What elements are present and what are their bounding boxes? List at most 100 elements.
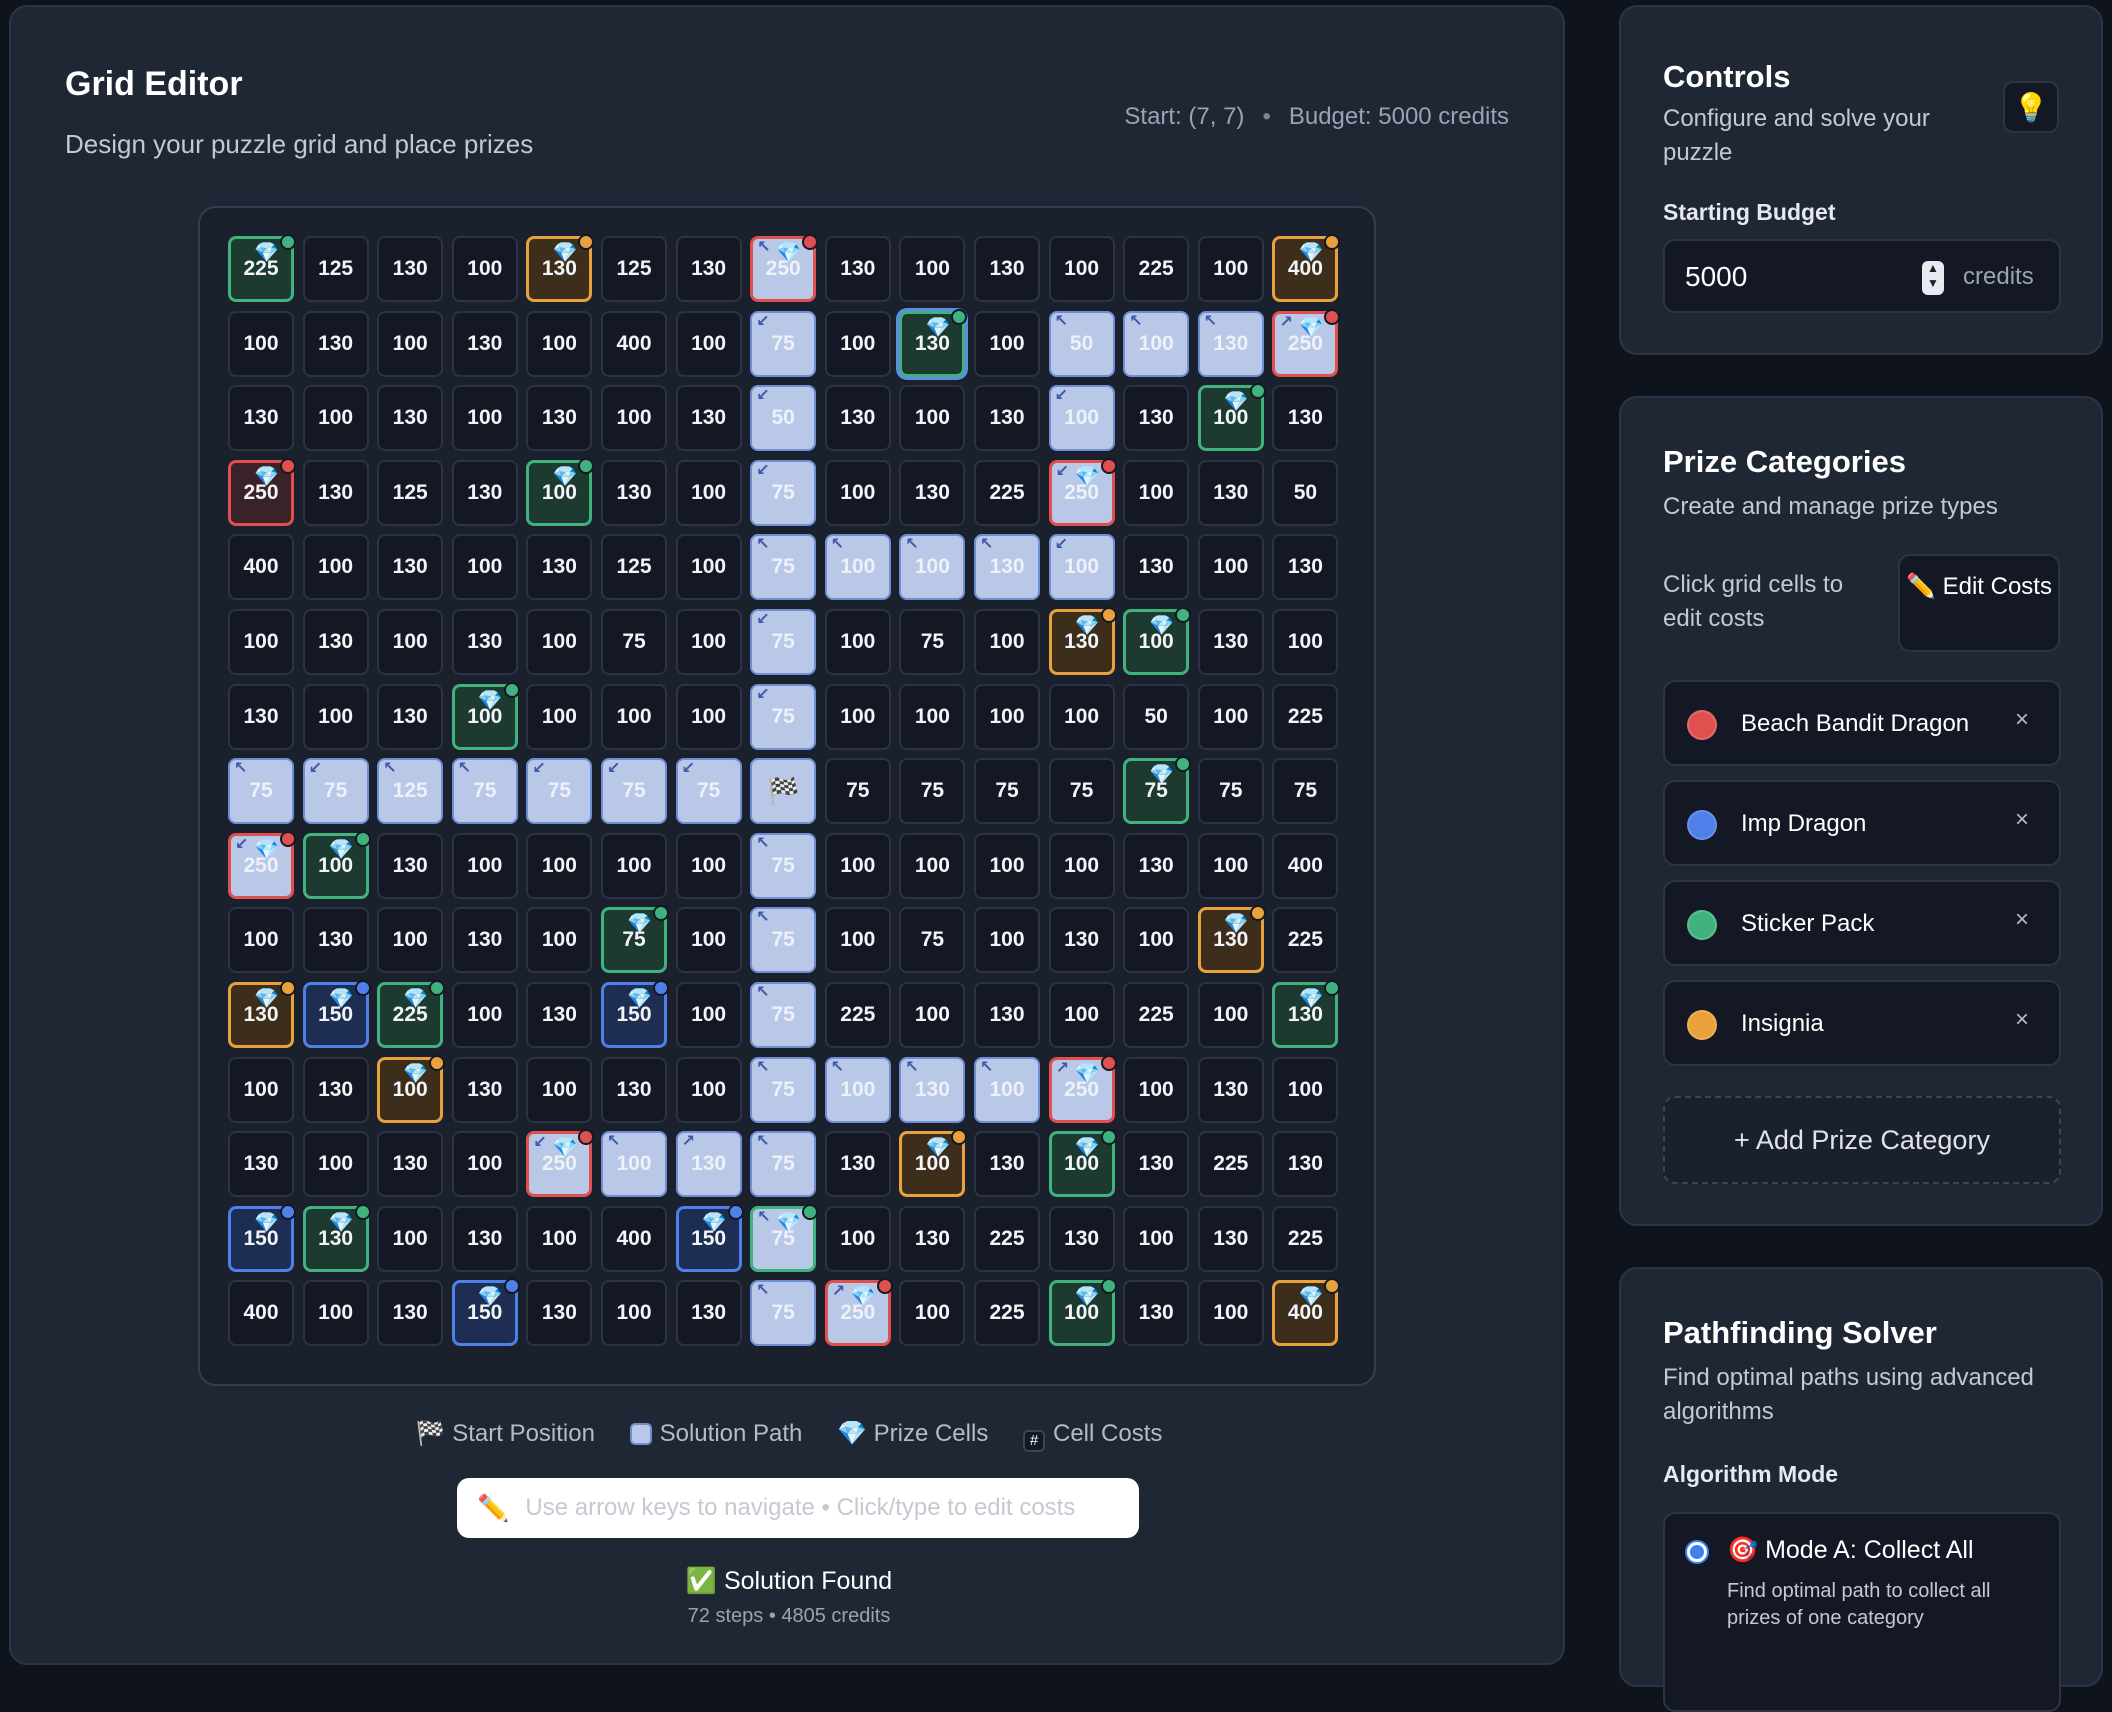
grid-cell[interactable]: 130: [1123, 1280, 1190, 1347]
grid-cell[interactable]: 50: [1272, 459, 1339, 526]
budget-stepper[interactable]: ▲ ▼: [1922, 261, 1944, 295]
grid-cell[interactable]: 75 ↙: [302, 758, 369, 825]
grid-cell[interactable]: 100 ↖: [824, 1056, 891, 1123]
grid-cell[interactable]: 225 💎: [377, 980, 446, 1048]
grid-cell[interactable]: 100: [675, 982, 742, 1048]
grid-cell[interactable]: 100: [377, 1205, 444, 1272]
grid-cell[interactable]: 130: [302, 459, 369, 526]
grid-cell[interactable]: 100: [675, 683, 742, 750]
grid-cell[interactable]: 130: [1048, 1205, 1115, 1272]
grid-cell[interactable]: 100: [377, 310, 444, 377]
grid-cell[interactable]: 100: [601, 683, 667, 750]
grid-cell[interactable]: 125: [302, 236, 369, 302]
grid-cell[interactable]: 75 ↖: [750, 1131, 817, 1198]
grid-cell[interactable]: 400: [228, 534, 294, 601]
grid-cell[interactable]: 130: [451, 1205, 518, 1272]
grid-cell[interactable]: 100: [974, 609, 1040, 675]
grid-cell[interactable]: 100 ↖: [899, 534, 966, 601]
grid-cell[interactable]: 100: [526, 1205, 593, 1272]
grid-cell[interactable]: 100: [824, 1205, 891, 1272]
grid-cell[interactable]: 100: [899, 236, 966, 302]
grid-cell[interactable]: 100: [377, 609, 444, 675]
grid-cell[interactable]: 225: [1272, 683, 1339, 750]
grid-cell[interactable]: 400: [601, 310, 667, 377]
prize-category-item[interactable]: Imp Dragon ×: [1663, 780, 2061, 866]
grid-cell[interactable]: 130: [228, 1131, 294, 1198]
grid-cell[interactable]: 100: [824, 459, 891, 526]
grid-cell[interactable]: 100: [1048, 832, 1115, 899]
grid-cell[interactable]: 100: [302, 1280, 369, 1347]
grid-cell[interactable]: 100 💎: [451, 681, 520, 750]
grid-cell[interactable]: 130 ↖: [899, 1056, 966, 1123]
grid-cell[interactable]: 100: [302, 385, 369, 452]
grid-cell[interactable]: 75 ↙: [750, 459, 817, 526]
grid-cell[interactable]: 130 ↖: [1197, 310, 1264, 377]
grid-cell[interactable]: 250 ↗ 💎: [1048, 1054, 1117, 1123]
grid-cell[interactable]: 100: [451, 385, 518, 452]
grid-cell[interactable]: 130: [824, 236, 891, 302]
grid-cell[interactable]: 100 ↙: [1048, 385, 1115, 452]
grid-cell[interactable]: 130 💎: [1197, 905, 1266, 974]
grid-cell[interactable]: 100: [899, 683, 966, 750]
grid-cell[interactable]: 100 ↖: [974, 1056, 1040, 1123]
grid-cell[interactable]: 75 ↖: [750, 1056, 817, 1123]
grid-cell[interactable]: 400: [601, 1205, 667, 1272]
grid-cell[interactable]: 100 💎: [302, 830, 371, 899]
grid-cell[interactable]: 100: [377, 907, 444, 974]
grid-cell[interactable]: 100: [302, 534, 369, 601]
grid-cell[interactable]: 250 ↙ 💎: [228, 830, 296, 899]
grid-cell[interactable]: 100: [1048, 683, 1115, 750]
grid-cell[interactable]: 50 ↖: [1048, 310, 1115, 377]
grid-cell[interactable]: 130 ↖: [974, 534, 1040, 601]
grid-cell[interactable]: 100 💎: [377, 1054, 446, 1123]
grid-cell[interactable]: 130: [228, 385, 294, 452]
grid-cell[interactable]: 100: [1048, 236, 1115, 302]
grid-cell[interactable]: 100: [824, 310, 891, 377]
grid-cell[interactable]: 100: [824, 683, 891, 750]
grid-cell[interactable]: 150 💎: [675, 1203, 744, 1272]
grid-cell[interactable]: 250 ↙ 💎: [526, 1129, 595, 1198]
grid-cell[interactable]: 100: [1048, 982, 1115, 1048]
grid-cell[interactable]: 130: [824, 385, 891, 452]
grid-cell[interactable]: 130 💎: [1048, 607, 1117, 675]
grid-cell[interactable]: 130: [1048, 907, 1115, 974]
grid-cell[interactable]: 130: [1123, 534, 1190, 601]
grid-cell[interactable]: 100: [675, 459, 742, 526]
grid-cell[interactable]: 130: [451, 1056, 518, 1123]
grid-cell[interactable]: 130: [1272, 385, 1339, 452]
grid-cell[interactable]: 75 ↖: [228, 758, 294, 825]
add-prize-category-button[interactable]: + Add Prize Category: [1663, 1096, 2061, 1184]
grid-cell[interactable]: 100: [1272, 1056, 1339, 1123]
grid-cell[interactable]: 130: [1197, 459, 1264, 526]
grid-cell[interactable]: 100: [824, 832, 891, 899]
prize-category-item[interactable]: Beach Bandit Dragon ×: [1663, 680, 2061, 766]
grid-cell[interactable]: 400 💎: [1272, 234, 1341, 302]
grid-cell[interactable]: 100: [1197, 236, 1264, 302]
grid-cell[interactable]: 75: [899, 609, 966, 675]
mode-a-radio[interactable]: [1687, 1542, 1707, 1562]
grid-cell[interactable]: 130: [526, 385, 593, 452]
grid-cell[interactable]: 100: [228, 1056, 294, 1123]
grid-cell[interactable]: 130: [302, 1056, 369, 1123]
grid-cell[interactable]: 125: [601, 236, 667, 302]
grid-cell[interactable]: 130: [1123, 1131, 1190, 1198]
grid-cell[interactable]: 150 💎: [302, 980, 371, 1048]
grid-cell[interactable]: 100 ↖: [601, 1131, 667, 1198]
grid-cell[interactable]: 75: [1272, 758, 1339, 825]
edit-costs-button[interactable]: ✏️ Edit Costs: [1898, 554, 2060, 652]
grid-cell[interactable]: 75 ↙: [750, 683, 817, 750]
grid-cell[interactable]: 130: [451, 907, 518, 974]
grid-cell[interactable]: 125: [601, 534, 667, 601]
grid-cell[interactable]: 75 ↖: [451, 758, 518, 825]
grid-cell[interactable]: 130: [1272, 1131, 1339, 1198]
grid-cell[interactable]: 125: [377, 459, 444, 526]
grid-cell[interactable]: 225: [974, 1205, 1040, 1272]
grid-cell[interactable]: 100: [526, 310, 593, 377]
grid-cell[interactable]: 100: [302, 683, 369, 750]
grid-cell[interactable]: 130 💎: [526, 234, 595, 302]
grid-cell[interactable]: 100: [1197, 534, 1264, 601]
grid-cell[interactable]: 100: [302, 1131, 369, 1198]
grid-cell[interactable]: 100: [1123, 1205, 1190, 1272]
grid-cell[interactable]: 250 ↖ 💎: [750, 234, 819, 302]
grid-cell[interactable]: 100: [526, 609, 593, 675]
